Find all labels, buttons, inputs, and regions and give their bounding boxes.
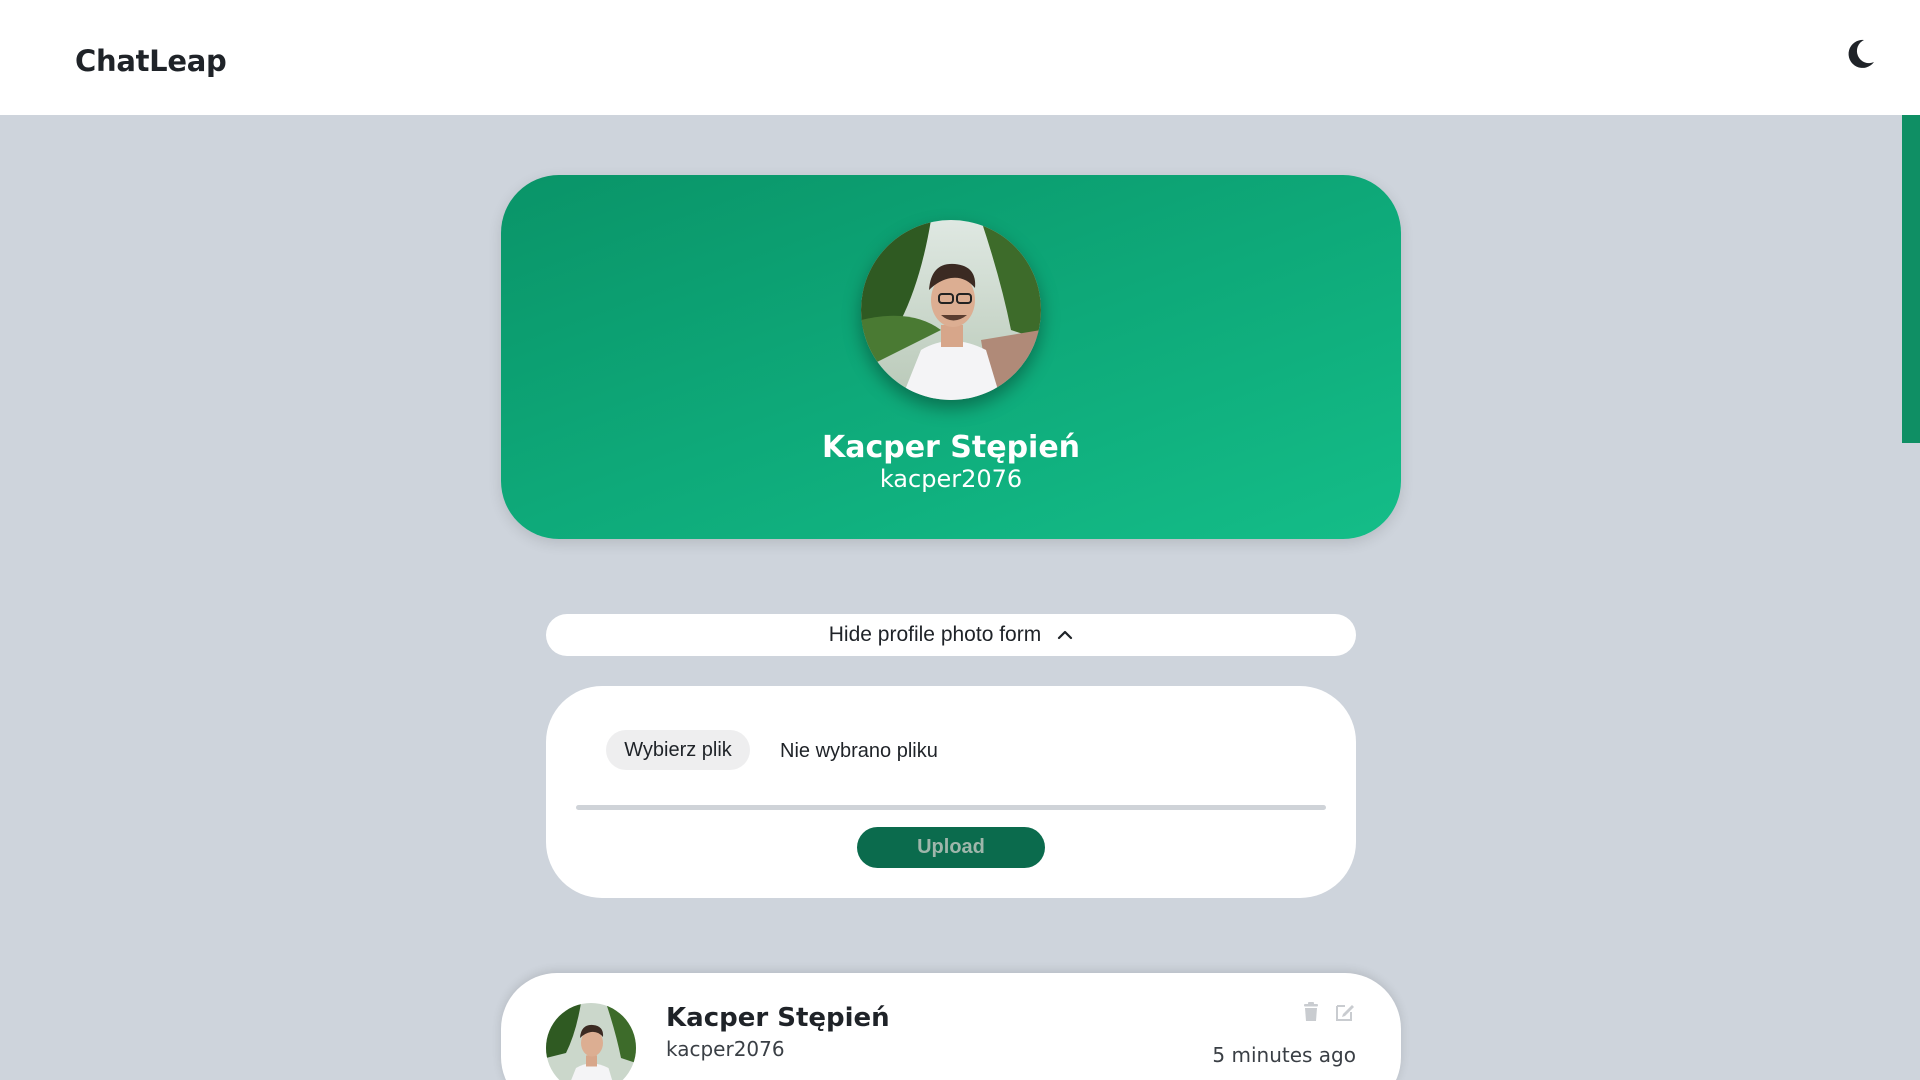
avatar[interactable] [546,1003,636,1080]
post-card: Kacper Stępień kacper2076 5 minutes ago [501,973,1401,1080]
trash-icon[interactable] [1300,1001,1322,1023]
toggle-photo-form-label: Hide profile photo form [828,623,1042,646]
profile-header-card: Kacper Stępień kacper2076 [501,175,1401,539]
file-status-text: Nie wybrano pliku [780,740,938,762]
post-author-name[interactable]: Kacper Stępień [666,1003,890,1033]
post-timestamp: 5 minutes ago [1212,1043,1356,1067]
photo-upload-form: Wybierz plik Nie wybrano pliku Upload [546,686,1356,898]
avatar [861,220,1041,400]
post-author-username: kacper2076 [666,1037,785,1061]
post-actions [1300,1001,1356,1023]
scrollbar-thumb[interactable] [1902,115,1920,443]
brand-logo[interactable]: ChatLeap [75,44,227,78]
toggle-photo-form-button[interactable]: Hide profile photo form [546,614,1356,656]
choose-file-button[interactable]: Wybierz plik [606,730,750,770]
profile-name: Kacper Stępień [821,430,1081,465]
edit-icon[interactable] [1334,1001,1356,1023]
chevron-up-icon [1057,623,1073,647]
moon-icon[interactable] [1842,36,1878,72]
upload-progress-bar [576,805,1326,810]
upload-button[interactable]: Upload [857,827,1045,868]
profile-username: kacper2076 [879,465,1023,493]
navbar: ChatLeap [0,0,1920,115]
